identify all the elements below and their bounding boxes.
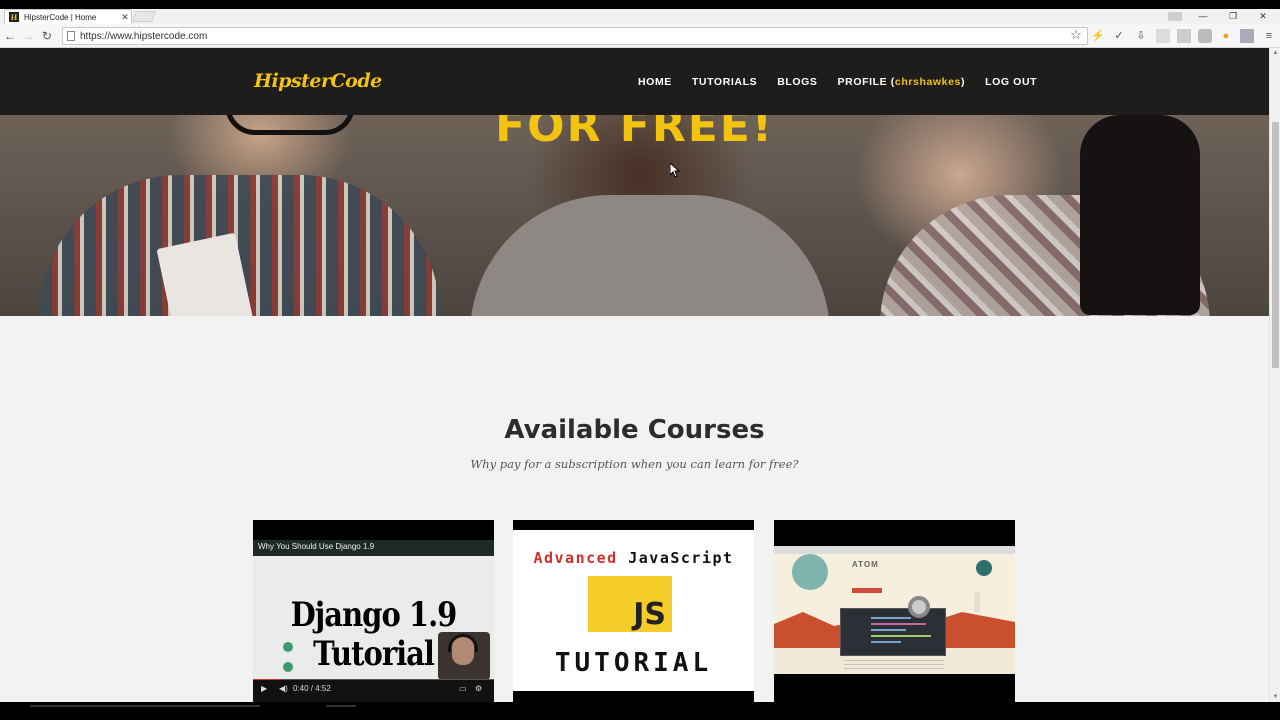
loading-disc-icon: [908, 596, 930, 618]
download-icon[interactable]: ⇩: [1134, 29, 1148, 43]
main-menu: HOME TUTORIALS BLOGS PROFILE (chrshawkes…: [638, 76, 1037, 88]
decor-dot: [283, 642, 293, 652]
course-thumbnail: Advanced JavaScript JS TUTORIAL: [513, 530, 754, 691]
address-bar[interactable]: https://www.hipstercode.com: [62, 27, 1088, 45]
extension-icon[interactable]: ✓: [1112, 29, 1126, 43]
screen-top-strip: [0, 0, 1280, 9]
scrollbar-thumb[interactable]: [1272, 122, 1279, 368]
mouse-cursor-icon: [670, 163, 680, 178]
atom-logo: ATOM: [852, 560, 879, 569]
extension-icon[interactable]: [1240, 29, 1254, 43]
page-viewport: FOR FREE! HipsterCode HOME TUTORIALS BLO…: [0, 48, 1269, 702]
headphones-icon: [448, 634, 478, 652]
play-icon[interactable]: ▶: [261, 684, 267, 693]
back-button[interactable]: ←: [2, 28, 18, 44]
extension-icon[interactable]: [1177, 29, 1191, 43]
new-tab-button[interactable]: [131, 11, 157, 22]
planet-icon: [976, 560, 992, 576]
volume-icon[interactable]: ◀): [279, 684, 288, 693]
nav-blogs[interactable]: BLOGS: [777, 76, 817, 88]
screen-bottom-strip: [0, 702, 1280, 720]
site-favicon-icon: H: [9, 12, 19, 22]
settings-gear-icon[interactable]: ⚙: [475, 684, 482, 693]
scroll-down-icon[interactable]: ▼: [1270, 692, 1280, 702]
planet-icon: [792, 554, 828, 590]
browser-window: H HipsterCode | Home ✕ — ❐ ✕ ← → ↻ https…: [0, 0, 1280, 720]
site-navbar: HipsterCode HOME TUTORIALS BLOGS PROFILE…: [0, 48, 1269, 115]
hero-photo-person: [470, 195, 830, 316]
site-logo[interactable]: HipsterCode: [254, 70, 382, 92]
course-card-atom[interactable]: ATOM: [774, 520, 1015, 702]
hero-headline: FOR FREE!: [495, 115, 774, 152]
captions-icon[interactable]: ▭: [459, 684, 467, 693]
bookmark-star-icon[interactable]: ☆: [1069, 28, 1083, 42]
nav-profile[interactable]: PROFILE (chrshawkes): [838, 76, 966, 88]
video-controls: ▶ ◀) 0:40 / 4:52 ▭ ⚙: [253, 680, 494, 702]
video-title: Why You Should Use Django 1.9: [258, 542, 375, 551]
course-thumbnail: ATOM: [774, 546, 1015, 674]
course-card-django[interactable]: Django 1.9 Tutorial ▶ ◀) 0:40 / 4:52 ▭ ⚙…: [253, 520, 494, 702]
tab-hipstercode[interactable]: H HipsterCode | Home ✕: [4, 9, 132, 24]
scroll-up-icon[interactable]: ▲: [1270, 48, 1280, 58]
menu-icon[interactable]: ≡: [1262, 29, 1276, 43]
courses-subtitle: Why pay for a subscription when you can …: [470, 457, 799, 471]
page-scrollbar[interactable]: ▲ ▼: [1269, 48, 1280, 702]
restore-button[interactable]: ❐: [1222, 9, 1244, 24]
webcam-overlay: [438, 632, 490, 680]
divider: [30, 705, 260, 707]
tab-title: HipsterCode | Home: [24, 12, 97, 22]
tab-close-icon[interactable]: ✕: [119, 12, 131, 23]
tab-bar: H HipsterCode | Home ✕ — ❐ ✕: [0, 9, 1280, 24]
nav-logout[interactable]: LOG OUT: [985, 76, 1037, 88]
editor-screenshot: [840, 608, 946, 656]
extension-icon[interactable]: [1198, 29, 1212, 43]
nav-profile-username: chrshawkes: [894, 76, 961, 88]
thumbnail-text-lines: [844, 660, 944, 672]
extension-icon[interactable]: ⚡: [1091, 29, 1105, 43]
courses-title: Available Courses: [504, 415, 765, 445]
reload-button[interactable]: ↻: [39, 28, 55, 44]
download-button-graphic: [852, 588, 882, 593]
address-url[interactable]: https://www.hipstercode.com: [80, 31, 1087, 42]
browser-profile-icon[interactable]: [1168, 12, 1182, 21]
nav-profile-prefix: PROFILE (: [837, 76, 895, 88]
page-icon: [67, 31, 75, 41]
nav-home[interactable]: HOME: [638, 76, 672, 88]
thumbnail-heading-javascript: JavaScript: [628, 549, 734, 567]
video-time: 0:40 / 4:52: [293, 684, 331, 693]
extension-icon[interactable]: ●: [1219, 29, 1233, 43]
course-thumbnail: Django 1.9 Tutorial ▶ ◀) 0:40 / 4:52 ▭ ⚙: [253, 540, 494, 702]
thumbnail-heading-advanced: Advanced: [533, 549, 618, 567]
thumbnail-subheading: TUTORIAL: [554, 648, 713, 678]
thumbnail-heading: Advanced JavaScript: [513, 549, 754, 567]
browser-toolbar: ← → ↻ https://www.hipstercode.com ☆ ⚡ ✓ …: [0, 24, 1280, 48]
js-logo-text: JS: [633, 597, 666, 632]
nav-profile-suffix: ): [961, 76, 966, 88]
extension-icon[interactable]: [1156, 29, 1170, 43]
forward-button[interactable]: →: [20, 28, 36, 44]
js-logo-icon: JS: [588, 576, 672, 632]
nav-tutorials[interactable]: TUTORIALS: [692, 76, 757, 88]
hero-banner: FOR FREE!: [0, 115, 1269, 316]
window-close-button[interactable]: ✕: [1252, 9, 1274, 24]
divider: [326, 705, 356, 707]
rocket-icon: [974, 592, 980, 612]
minimize-button[interactable]: —: [1192, 9, 1214, 24]
course-card-javascript[interactable]: Advanced JavaScript JS TUTORIAL: [513, 520, 754, 702]
decor-dot: [283, 662, 293, 672]
thumbnail-browser-bar: [774, 546, 1015, 554]
